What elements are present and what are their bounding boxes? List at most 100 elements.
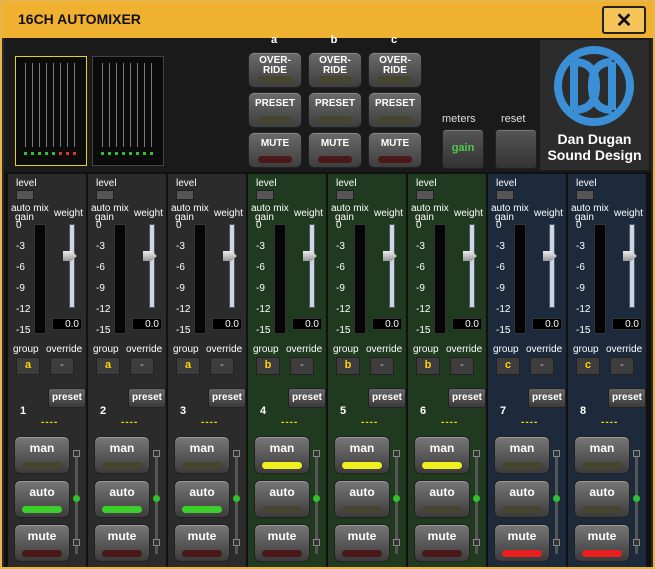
automixer-window: 16CH AUTOMIXER ✕ a OVER- RIDE PRESET MUTE b O… bbox=[0, 0, 655, 569]
preset-button[interactable]: preset bbox=[448, 388, 486, 408]
override-select[interactable]: - bbox=[530, 357, 554, 375]
mute-button[interactable]: mute bbox=[14, 524, 70, 562]
weight-fader-track[interactable] bbox=[149, 224, 155, 308]
mute-button-a[interactable]: MUTE bbox=[248, 132, 302, 168]
weight-fader-track[interactable] bbox=[309, 224, 315, 308]
auto-button[interactable]: auto bbox=[574, 480, 630, 518]
man-button[interactable]: man bbox=[494, 436, 550, 474]
override-select[interactable]: - bbox=[370, 357, 394, 375]
override-select[interactable]: - bbox=[50, 357, 74, 375]
override-label: override bbox=[446, 344, 483, 355]
mode-marker-mid bbox=[473, 495, 480, 502]
preset-button[interactable]: preset bbox=[208, 388, 246, 408]
auto-button[interactable]: auto bbox=[334, 480, 390, 518]
mute-button[interactable]: mute bbox=[574, 524, 630, 562]
override-select[interactable]: - bbox=[290, 357, 314, 375]
auto-button[interactable]: auto bbox=[254, 480, 310, 518]
mute-button[interactable]: mute bbox=[174, 524, 230, 562]
mute-button[interactable]: mute bbox=[494, 524, 550, 562]
override-label: override bbox=[526, 344, 563, 355]
override-button-c[interactable]: OVER- RIDE bbox=[368, 52, 422, 88]
scale-tick: -12 bbox=[96, 304, 111, 315]
man-button[interactable]: man bbox=[414, 436, 470, 474]
group-label: group bbox=[573, 344, 599, 355]
mute-button-c[interactable]: MUTE bbox=[368, 132, 422, 168]
preset-button[interactable]: preset bbox=[368, 388, 406, 408]
group-select[interactable]: a bbox=[16, 357, 40, 375]
group-select[interactable]: a bbox=[176, 357, 200, 375]
meter-grid-line bbox=[67, 63, 68, 147]
auto-indicator bbox=[582, 506, 622, 513]
man-button[interactable]: man bbox=[334, 436, 390, 474]
mute-label: MUTE bbox=[320, 138, 350, 149]
channel-number: 5 bbox=[340, 405, 347, 417]
meter-led bbox=[52, 152, 55, 155]
man-button[interactable]: man bbox=[174, 436, 230, 474]
auto-button[interactable]: auto bbox=[174, 480, 230, 518]
channel-id: ---- bbox=[281, 417, 299, 428]
group-select[interactable]: b bbox=[256, 357, 280, 375]
scale-tick: -3 bbox=[496, 241, 505, 252]
man-button[interactable]: man bbox=[94, 436, 150, 474]
mute-label: mute bbox=[587, 529, 617, 543]
weight-fader-track[interactable] bbox=[229, 224, 235, 308]
mute-label: MUTE bbox=[260, 138, 290, 149]
scale-tick: -9 bbox=[496, 283, 505, 294]
preset-button[interactable]: preset bbox=[48, 388, 86, 408]
weight-fader-track[interactable] bbox=[629, 224, 635, 308]
group-select[interactable]: a bbox=[96, 357, 120, 375]
override-button-b[interactable]: OVER- RIDE bbox=[308, 52, 362, 88]
meter-grid-line bbox=[116, 63, 117, 147]
man-button[interactable]: man bbox=[14, 436, 70, 474]
weight-fader-track[interactable] bbox=[469, 224, 475, 308]
override-select[interactable]: - bbox=[610, 357, 634, 375]
group-select[interactable]: b bbox=[336, 357, 360, 375]
preset-button[interactable]: preset bbox=[528, 388, 566, 408]
override-select[interactable]: - bbox=[130, 357, 154, 375]
level-label: level bbox=[496, 178, 517, 189]
preset-button-b[interactable]: PRESET bbox=[308, 92, 362, 128]
scale-tick: 0 bbox=[576, 220, 582, 231]
auto-button[interactable]: auto bbox=[14, 480, 70, 518]
mute-button[interactable]: mute bbox=[254, 524, 310, 562]
mute-button[interactable]: mute bbox=[414, 524, 470, 562]
preset-button-c[interactable]: PRESET bbox=[368, 92, 422, 128]
mute-button-b[interactable]: MUTE bbox=[308, 132, 362, 168]
level-indicator bbox=[256, 190, 274, 200]
weight-fader-track[interactable] bbox=[549, 224, 555, 308]
group-select[interactable]: c bbox=[496, 357, 520, 375]
auto-button[interactable]: auto bbox=[414, 480, 470, 518]
auto-button[interactable]: auto bbox=[94, 480, 150, 518]
meter-grid-line bbox=[137, 63, 138, 147]
man-button[interactable]: man bbox=[254, 436, 310, 474]
preset-button-a[interactable]: PRESET bbox=[248, 92, 302, 128]
group-select[interactable]: b bbox=[416, 357, 440, 375]
preset-button[interactable]: preset bbox=[128, 388, 166, 408]
mode-marker-top bbox=[153, 450, 160, 457]
override-button-a[interactable]: OVER- RIDE bbox=[248, 52, 302, 88]
scale-tick: -3 bbox=[16, 241, 25, 252]
weight-fader-track[interactable] bbox=[389, 224, 395, 308]
group-select[interactable]: c bbox=[576, 357, 600, 375]
mute-button[interactable]: mute bbox=[94, 524, 150, 562]
auto-indicator bbox=[182, 506, 222, 513]
mute-button[interactable]: mute bbox=[334, 524, 390, 562]
weight-fader-track[interactable] bbox=[69, 224, 75, 308]
reset-button[interactable] bbox=[495, 129, 537, 169]
close-button[interactable]: ✕ bbox=[602, 6, 646, 34]
auto-button[interactable]: auto bbox=[494, 480, 550, 518]
mode-marker-top bbox=[553, 450, 560, 457]
mode-marker-bottom bbox=[153, 539, 160, 546]
auto-label: auto bbox=[429, 485, 455, 499]
preset-button[interactable]: preset bbox=[288, 388, 326, 408]
mute-indicator bbox=[378, 156, 412, 163]
man-button[interactable]: man bbox=[574, 436, 630, 474]
preset-button[interactable]: preset bbox=[608, 388, 646, 408]
auto-indicator bbox=[22, 506, 62, 513]
override-select[interactable]: - bbox=[210, 357, 234, 375]
scale-tick: -12 bbox=[176, 304, 191, 315]
meter-led bbox=[73, 152, 76, 155]
override-select[interactable]: - bbox=[450, 357, 474, 375]
meters-gain-button[interactable]: gain bbox=[442, 129, 484, 169]
scale-tick: 0 bbox=[96, 220, 102, 231]
